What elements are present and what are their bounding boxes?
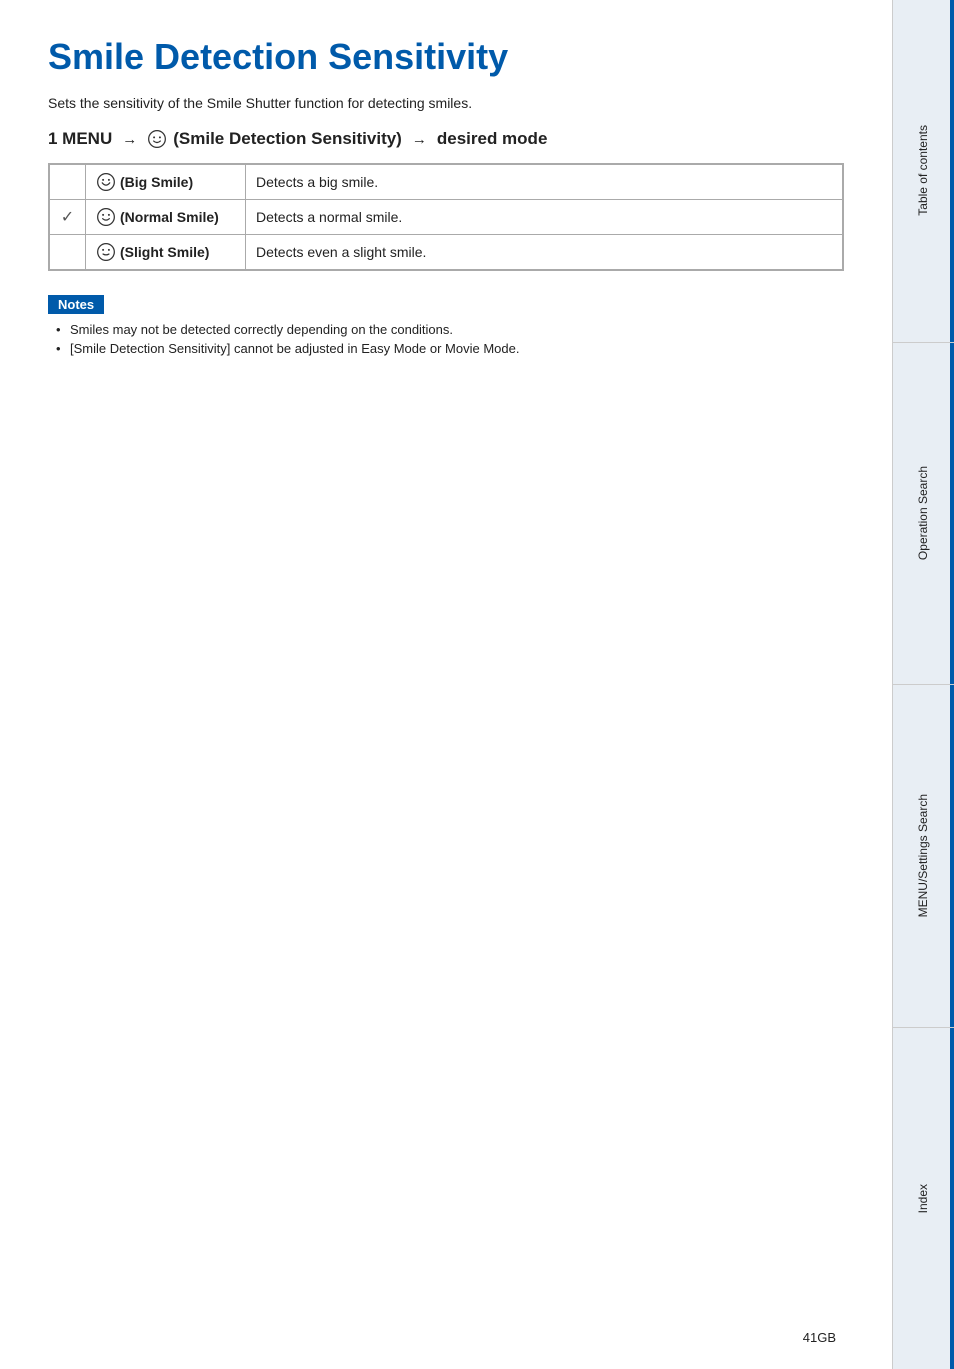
sidebar-tab-label: Operation Search [916, 458, 932, 568]
smile-icon-heading [147, 129, 167, 149]
icon-cell: (Normal Smile) [96, 207, 235, 227]
notes-item: [Smile Detection Sensitivity] cannot be … [56, 341, 844, 356]
subtitle-text: Sets the sensitivity of the Smile Shutte… [48, 95, 844, 111]
arrow2: → [412, 131, 427, 148]
check-cell: ✓ [50, 200, 86, 235]
tab-border [950, 343, 954, 685]
tab-border [950, 1028, 954, 1369]
page-title: Smile Detection Sensitivity [48, 36, 844, 77]
main-content: Smile Detection Sensitivity Sets the sen… [0, 0, 892, 1369]
label-cell: (Normal Smile) [86, 200, 246, 235]
table-row: (Big Smile) Detects a big smile. [50, 165, 843, 200]
step-end: desired mode [437, 129, 548, 149]
label-cell: (Big Smile) [86, 165, 246, 200]
check-mark: ✓ [61, 209, 74, 226]
step-icon-label: (Smile Detection Sensitivity) [173, 129, 402, 149]
description-cell: Detects even a slight smile. [246, 235, 843, 270]
notes-box: Notes Smiles may not be detected correct… [48, 295, 844, 356]
sidebar-tab-label: Table of contents [916, 117, 932, 224]
tab-border [950, 0, 954, 342]
arrow1: → [122, 131, 137, 148]
row-label: (Normal Smile) [120, 209, 219, 225]
sidebar-tab-label: Index [916, 1176, 932, 1221]
sidebar-tab-table-of-contents[interactable]: Table of contents [893, 0, 954, 343]
notes-label: Notes [48, 295, 104, 314]
step-number: 1 MENU [48, 129, 112, 149]
row-label: (Slight Smile) [120, 244, 209, 260]
label-cell: (Slight Smile) [86, 235, 246, 270]
icon-cell: (Big Smile) [96, 172, 235, 192]
step-heading: 1 MENU → (Smile Detection Sensitivity) →… [48, 129, 844, 149]
sidebar-tab-label: MENU/Settings Search [916, 786, 932, 925]
smile-table: (Big Smile)Detects a big smile.✓ (Normal… [48, 163, 844, 271]
description-cell: Detects a big smile. [246, 165, 843, 200]
sidebar-tab-operation-search[interactable]: Operation Search [893, 343, 954, 686]
table-row: ✓ (Normal Smile) Detects a normal smile. [50, 200, 843, 235]
tab-border [950, 685, 954, 1027]
sidebar-tab-menu/settings-search[interactable]: MENU/Settings Search [893, 685, 954, 1028]
notes-list: Smiles may not be detected correctly dep… [48, 322, 844, 356]
icon-cell: (Slight Smile) [96, 242, 235, 262]
check-cell [50, 235, 86, 270]
page-number: 41GB [803, 1330, 836, 1345]
row-label: (Big Smile) [120, 174, 193, 190]
sidebar-tab-index[interactable]: Index [893, 1028, 954, 1369]
table-row: (Slight Smile) Detects even a slight smil… [50, 235, 843, 270]
sidebar: Table of contents Operation Search MENU/Se… [892, 0, 954, 1369]
check-cell [50, 165, 86, 200]
notes-item: Smiles may not be detected correctly dep… [56, 322, 844, 337]
description-cell: Detects a normal smile. [246, 200, 843, 235]
